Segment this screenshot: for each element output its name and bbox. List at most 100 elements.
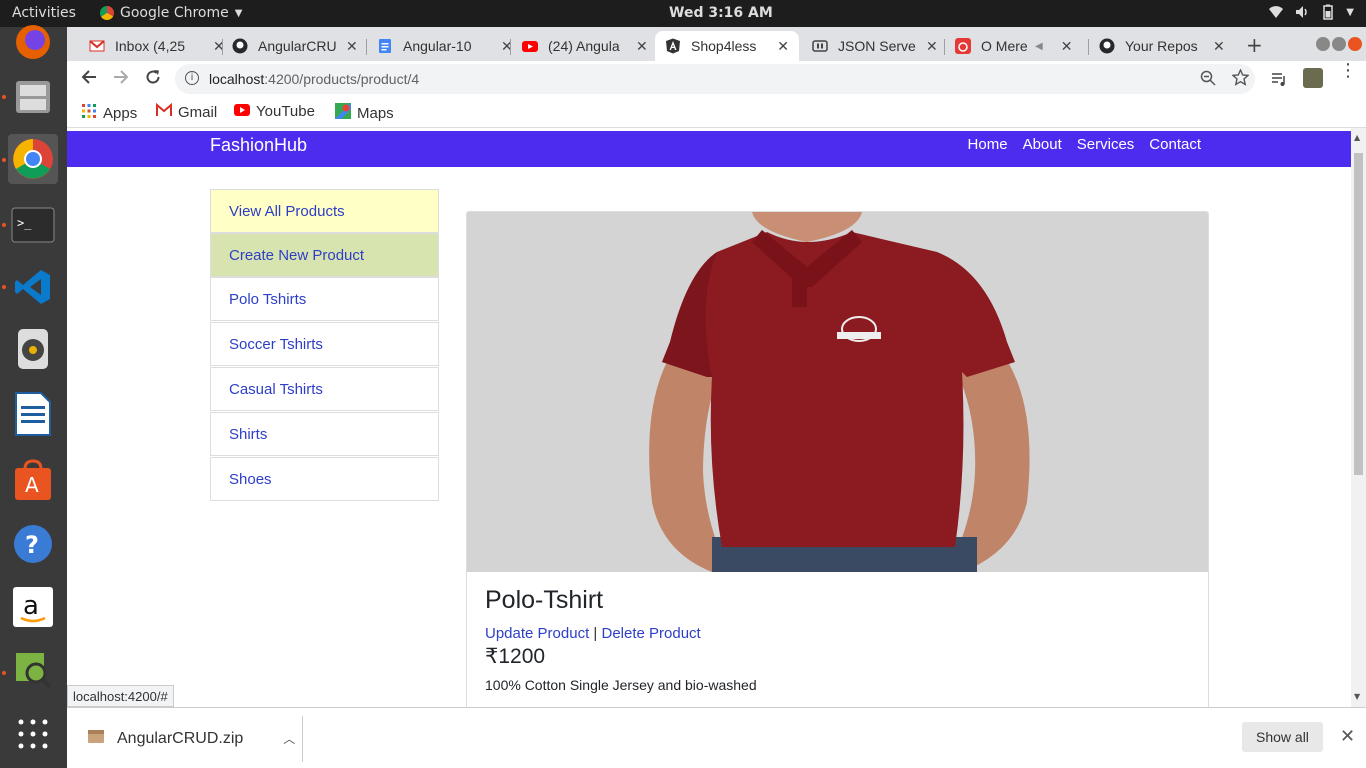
libreoffice-writer-icon[interactable]: [8, 389, 58, 439]
sidebar-item-polo-tshirts[interactable]: Polo Tshirts: [210, 277, 439, 321]
close-shelf-icon[interactable]: ✕: [1340, 726, 1355, 747]
system-top-bar: Activities Google Chrome ▼ Wed 3:16 AM ▼: [0, 0, 1366, 27]
svg-text:A: A: [25, 473, 39, 497]
close-tab-icon[interactable]: ✕: [1061, 38, 1073, 55]
page-viewport: FashionHub Home About Services Contact V…: [67, 128, 1351, 707]
sidebar-item-shirts[interactable]: Shirts: [210, 412, 439, 456]
show-applications-icon[interactable]: [8, 709, 58, 759]
nav-contact[interactable]: Contact: [1149, 136, 1201, 153]
product-price: ₹1200: [485, 645, 546, 668]
browser-toolbar: i localhost:4200/products/product/4 ⋮: [67, 61, 1366, 97]
tab-angularcrud[interactable]: AngularCRU ✕: [222, 31, 368, 61]
reload-button[interactable]: [145, 69, 161, 90]
zoom-icon[interactable]: [1200, 70, 1216, 90]
sidebar-item-view-all-products[interactable]: View All Products: [210, 189, 439, 233]
tab-angular-10[interactable]: Angular-10 ✕: [367, 31, 523, 61]
url-text[interactable]: localhost:4200/products/product/4: [209, 71, 419, 87]
bookmark-youtube[interactable]: YouTube: [234, 103, 315, 120]
update-product-link[interactable]: Update Product: [485, 625, 589, 642]
sidebar-item-create-new-product[interactable]: Create New Product: [210, 233, 439, 277]
svg-text:>_: >_: [17, 216, 32, 230]
close-tab-icon[interactable]: ✕: [636, 38, 648, 55]
media-controls-icon[interactable]: [1271, 71, 1287, 91]
running-indicator: [2, 95, 6, 99]
tab-title: Shop4less: [691, 38, 757, 54]
running-indicator: [2, 671, 6, 675]
audio-playing-icon[interactable]: ◀: [1035, 41, 1043, 52]
nav-services[interactable]: Services: [1077, 136, 1135, 153]
sidebar-item-casual-tshirts[interactable]: Casual Tshirts: [210, 367, 439, 411]
running-indicator: [2, 158, 6, 162]
vscode-icon[interactable]: [8, 262, 58, 312]
bookmark-maps[interactable]: Maps: [335, 103, 394, 123]
bookmark-star-icon[interactable]: [1231, 68, 1250, 90]
close-tab-icon[interactable]: ✕: [1213, 38, 1225, 55]
software-center-icon[interactable]: A: [8, 455, 58, 505]
maximize-window-button[interactable]: [1332, 37, 1346, 51]
running-indicator: [2, 223, 6, 227]
address-bar[interactable]: i localhost:4200/products/product/4: [175, 64, 1255, 94]
chevron-up-icon[interactable]: ︿: [283, 730, 295, 747]
minimize-window-button[interactable]: [1316, 37, 1330, 51]
tab-json-server[interactable]: JSON Serve ✕: [802, 31, 948, 61]
files-icon[interactable]: [8, 72, 58, 122]
more-menu-icon[interactable]: ⋮: [1339, 62, 1357, 80]
nav-home[interactable]: Home: [968, 136, 1008, 153]
system-tray[interactable]: ▼: [1268, 4, 1354, 20]
close-tab-icon[interactable]: ✕: [777, 38, 789, 55]
rhythmbox-icon[interactable]: [8, 324, 58, 374]
tab-title: JSON Serve: [838, 38, 916, 54]
tab-shop4less[interactable]: Shop4less ✕: [655, 31, 799, 61]
product-card: Polo-Tshirt Update Product | Delete Prod…: [466, 211, 1209, 707]
download-item[interactable]: AngularCRUD.zip ︿: [87, 728, 295, 749]
category-sidebar: View All Products Create New Product Pol…: [210, 189, 439, 502]
close-tab-icon[interactable]: ✕: [346, 38, 358, 55]
tab-inbox[interactable]: Inbox (4,25 ✕: [79, 31, 235, 61]
tab-title: Angular-10: [403, 38, 472, 54]
scroll-down-arrow-icon[interactable]: ▼: [1354, 692, 1360, 701]
sidebar-item-shoes[interactable]: Shoes: [210, 457, 439, 501]
firefox-icon[interactable]: [8, 17, 58, 67]
page-scrollbar[interactable]: ▲ ▼: [1351, 128, 1366, 707]
site-brand[interactable]: FashionHub: [210, 135, 307, 156]
gmail-icon: [156, 102, 172, 121]
dock: >_ A ? a: [0, 25, 67, 768]
close-window-button[interactable]: [1348, 37, 1362, 51]
bookmark-gmail[interactable]: Gmail: [156, 102, 218, 121]
app-menu[interactable]: Google Chrome ▼: [100, 5, 242, 21]
profile-avatar[interactable]: [1303, 68, 1323, 88]
help-icon[interactable]: ?: [8, 519, 58, 569]
terminal-icon[interactable]: >_: [8, 200, 58, 250]
clock[interactable]: Wed 3:16 AM: [669, 5, 773, 21]
github-icon: [232, 38, 248, 54]
forward-button[interactable]: [113, 69, 129, 90]
gmail-icon: [89, 38, 105, 54]
tab-youtube[interactable]: (24) Angula ✕: [512, 31, 658, 61]
youtube-icon: [234, 103, 250, 120]
youtube-icon: [522, 38, 538, 54]
delete-product-link[interactable]: Delete Product: [601, 625, 700, 642]
show-all-downloads-button[interactable]: Show all: [1242, 722, 1323, 752]
tab-title: (24) Angula: [548, 38, 620, 54]
docs-icon: [377, 38, 393, 54]
bookmark-label: Apps: [103, 104, 138, 122]
scrollbar-thumb[interactable]: [1354, 153, 1363, 475]
svg-text:?: ?: [25, 531, 39, 559]
back-button[interactable]: [81, 69, 97, 90]
screenshot-viewer-icon[interactable]: [8, 645, 58, 695]
tab-o-mere[interactable]: O Mere ◀ ✕: [945, 31, 1082, 61]
chrome-dock-icon[interactable]: [8, 134, 58, 184]
amazon-icon[interactable]: a: [8, 582, 58, 632]
sidebar-item-soccer-tshirts[interactable]: Soccer Tshirts: [210, 322, 439, 366]
close-tab-icon[interactable]: ✕: [926, 38, 938, 55]
tab-your-repos[interactable]: Your Repos ✕: [1089, 31, 1235, 61]
site-info-icon[interactable]: i: [185, 71, 199, 85]
bookmark-apps[interactable]: Apps: [81, 103, 137, 123]
url-path: :4200/products/product/4: [264, 71, 420, 87]
nav-about[interactable]: About: [1023, 136, 1062, 153]
new-tab-button[interactable]: +: [1246, 33, 1263, 57]
app-menu-label: Google Chrome: [120, 5, 229, 21]
tab-title: AngularCRU: [258, 38, 337, 54]
bookmark-label: Gmail: [178, 103, 218, 121]
scroll-up-arrow-icon[interactable]: ▲: [1354, 133, 1360, 142]
